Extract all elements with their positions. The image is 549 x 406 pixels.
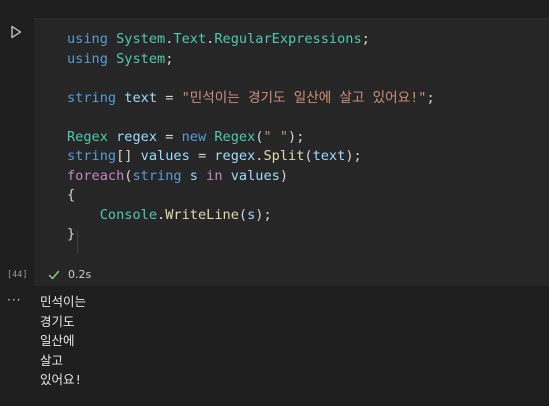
code-token: (: [304, 148, 313, 164]
code-token: using: [67, 50, 108, 67]
code-token: regex: [116, 128, 158, 145]
code-line: foreach(string s in values): [67, 167, 435, 187]
code-token: new: [181, 128, 207, 145]
code-token: "민석이는 경기도 일산에 살고 있어요!": [181, 89, 427, 106]
check-icon: [48, 270, 60, 279]
output-line: 일산에: [40, 333, 75, 348]
output-line: 민석이는: [40, 294, 87, 309]
code-token: Console: [99, 206, 158, 223]
code-token: ;: [361, 31, 370, 47]
code-line: }: [67, 225, 435, 245]
output-line: 있어요!: [40, 372, 83, 387]
code-token: =: [157, 128, 182, 145]
code-token: =: [157, 89, 182, 106]
execution-count: [44]: [7, 270, 28, 280]
code-line: {: [67, 186, 435, 206]
code-token: System: [116, 31, 166, 47]
run-cell-button[interactable]: [8, 24, 24, 40]
code-token: System: [116, 50, 166, 67]
code-token: Split: [263, 148, 305, 164]
run-triangle-icon: [11, 25, 22, 39]
code-token: RegularExpressions: [214, 31, 362, 47]
code-token: );: [288, 128, 305, 145]
execution-status: 0.2s: [48, 268, 91, 281]
code-token: .: [157, 206, 166, 223]
more-horizontal-icon[interactable]: ···: [7, 293, 21, 307]
code-token: );: [255, 206, 272, 223]
code-token: text: [312, 148, 346, 164]
code-token: string: [67, 148, 117, 164]
code-token: ;: [426, 89, 435, 106]
code-token: Regex: [67, 128, 108, 145]
code-line: string text = "민석이는 경기도 일산에 살고 있어요!";: [67, 89, 435, 109]
code-line: Console.WriteLine(s);: [67, 206, 435, 226]
indent-guide: [77, 231, 78, 253]
execution-duration: 0.2s: [68, 268, 92, 281]
code-token: in: [206, 167, 223, 184]
code-line: using System;: [67, 50, 435, 70]
notebook-editor: using System.Text.RegularExpressions; usi…: [0, 0, 549, 406]
code-token: Text: [173, 31, 207, 47]
code-token: " ": [263, 128, 289, 145]
code-token: ;: [165, 50, 174, 67]
code-token: WriteLine: [165, 206, 239, 223]
code-line: Regex regex = new Regex(" ");: [67, 128, 435, 148]
code-token: text: [124, 89, 158, 106]
code-token: using: [67, 31, 108, 47]
code-token: string: [132, 167, 182, 184]
code-token: values: [140, 148, 190, 164]
code-token: regex: [214, 148, 256, 164]
code-cell[interactable]: using System.Text.RegularExpressions; usi…: [34, 18, 549, 286]
code-token: (: [238, 206, 248, 223]
code-token: ): [279, 167, 289, 184]
output-line: 경기도: [40, 313, 75, 329]
output-line: 살고: [40, 352, 64, 368]
code-line: using System.Text.RegularExpressions;: [67, 30, 435, 50]
code-token: string: [67, 89, 117, 106]
code-token: s: [189, 167, 198, 184]
code-token: foreach: [67, 167, 125, 184]
code-token: values: [230, 167, 280, 184]
code-token: =: [189, 148, 215, 164]
code-line: string[] values = regex.Split(text);: [67, 147, 435, 167]
code-token: []: [116, 148, 141, 164]
cell-output: 민석이는경기도일산에살고있어요!: [40, 292, 86, 390]
code-token: }: [67, 226, 76, 242]
code-token: Regex: [214, 128, 256, 145]
code-token: {: [67, 187, 76, 203]
code-token: );: [345, 148, 362, 164]
code-editor[interactable]: using System.Text.RegularExpressions; usi…: [67, 30, 435, 245]
